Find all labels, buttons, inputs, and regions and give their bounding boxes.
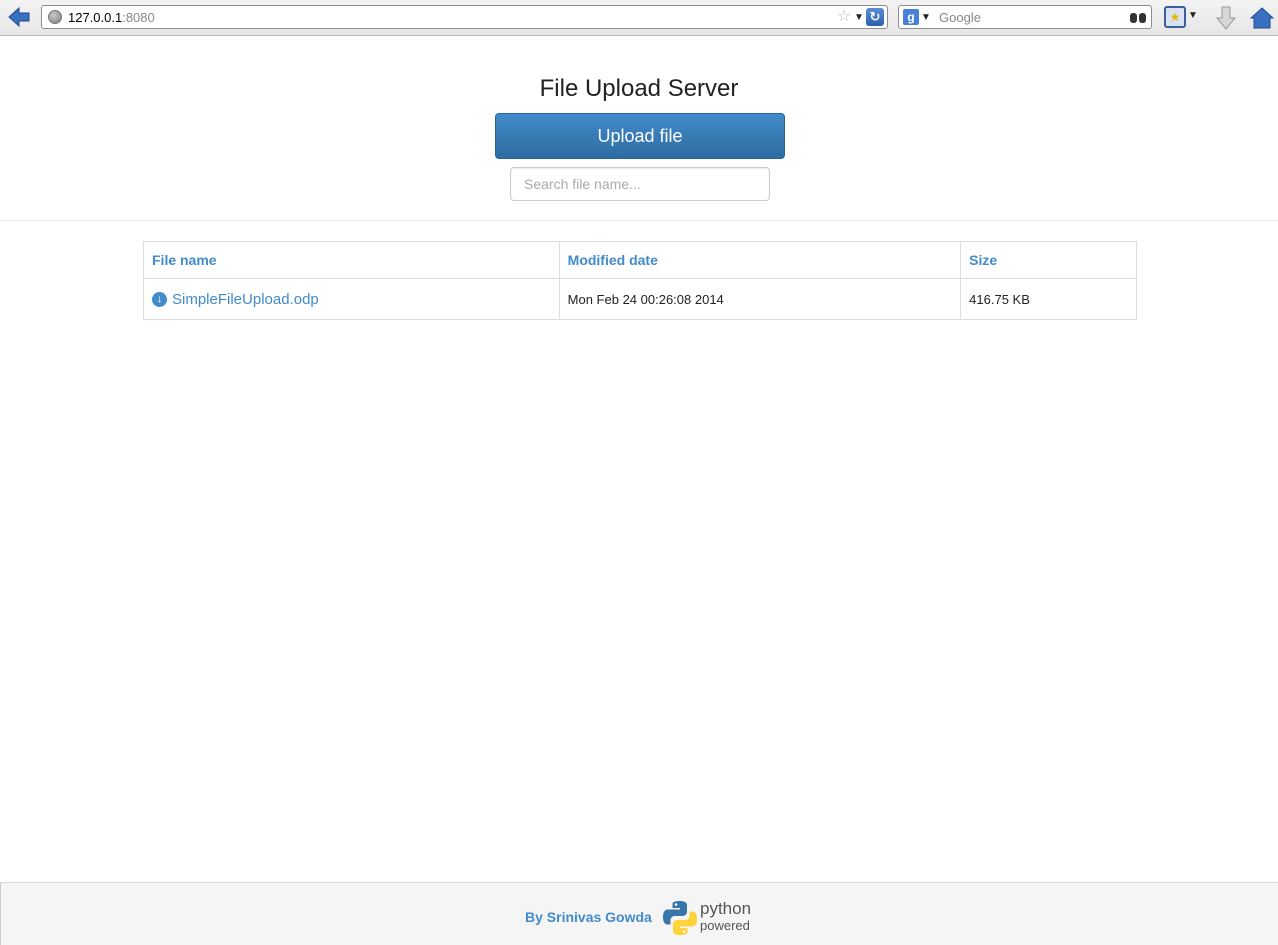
url-history-dropdown-icon[interactable]: ▼: [852, 12, 866, 23]
engine-dropdown-icon[interactable]: ▼: [919, 12, 933, 23]
browser-search-placeholder: Google: [939, 9, 981, 25]
python-logo-icon: [663, 901, 697, 935]
url-port: :8080: [122, 9, 155, 25]
python-word: python: [700, 899, 752, 918]
table-header-row: File name Modified date Size: [143, 241, 1137, 279]
upload-file-button[interactable]: Upload file: [495, 113, 785, 159]
files-table: File name Modified date Size ↓ SimpleFil…: [143, 241, 1137, 320]
url-bar[interactable]: 127.0.0.1:8080 ☆ ▼ ↻: [41, 5, 888, 29]
size-cell: 416.75 KB: [960, 278, 1137, 320]
table-row: ↓ SimpleFileUpload.odp Mon Feb 24 00:26:…: [143, 278, 1137, 320]
column-header-modified-date[interactable]: Modified date: [558, 241, 962, 279]
url-text[interactable]: 127.0.0.1:8080: [68, 10, 836, 25]
star-icon: ★: [1169, 10, 1181, 24]
browser-toolbar: 127.0.0.1:8080 ☆ ▼ ↻ g ▼ Google ★ ▼: [0, 0, 1278, 36]
column-header-size[interactable]: Size: [960, 241, 1137, 279]
globe-icon: [48, 10, 62, 24]
browser-search-bar[interactable]: g ▼ Google: [898, 5, 1152, 29]
footer: By Srinivas Gowda python powered: [0, 882, 1278, 945]
modified-date-cell: Mon Feb 24 00:26:08 2014: [558, 278, 962, 320]
powered-word: powered: [700, 918, 750, 933]
file-download-link[interactable]: ↓ SimpleFileUpload.odp: [152, 291, 319, 308]
home-button[interactable]: [1249, 5, 1275, 31]
bookmarks-dropdown-icon[interactable]: ▼: [1188, 10, 1198, 21]
download-circle-icon: ↓: [152, 292, 167, 307]
bookmarks-button[interactable]: ★: [1164, 6, 1186, 28]
python-powered-wordmark: python powered: [700, 900, 751, 934]
page-header: File Upload Server Upload file: [0, 37, 1278, 221]
binoculars-icon[interactable]: [1129, 10, 1147, 24]
search-file-input[interactable]: [510, 167, 770, 201]
reload-icon[interactable]: ↻: [866, 8, 884, 26]
google-icon[interactable]: g: [903, 9, 919, 25]
downloads-button[interactable]: [1214, 5, 1238, 31]
author-credit: By Srinivas Gowda: [525, 909, 652, 925]
url-host: 127.0.0.1: [68, 9, 123, 25]
download-arrow-icon: [1216, 6, 1236, 30]
file-name-cell: ↓ SimpleFileUpload.odp: [143, 278, 560, 320]
home-icon: [1250, 7, 1274, 29]
column-header-file-name[interactable]: File name: [143, 241, 560, 279]
page-title: File Upload Server: [539, 75, 739, 102]
back-button[interactable]: [6, 5, 32, 29]
bookmark-star-icon[interactable]: ☆: [836, 9, 852, 25]
file-name-text: SimpleFileUpload.odp: [172, 291, 319, 308]
back-arrow-icon: [8, 7, 30, 27]
